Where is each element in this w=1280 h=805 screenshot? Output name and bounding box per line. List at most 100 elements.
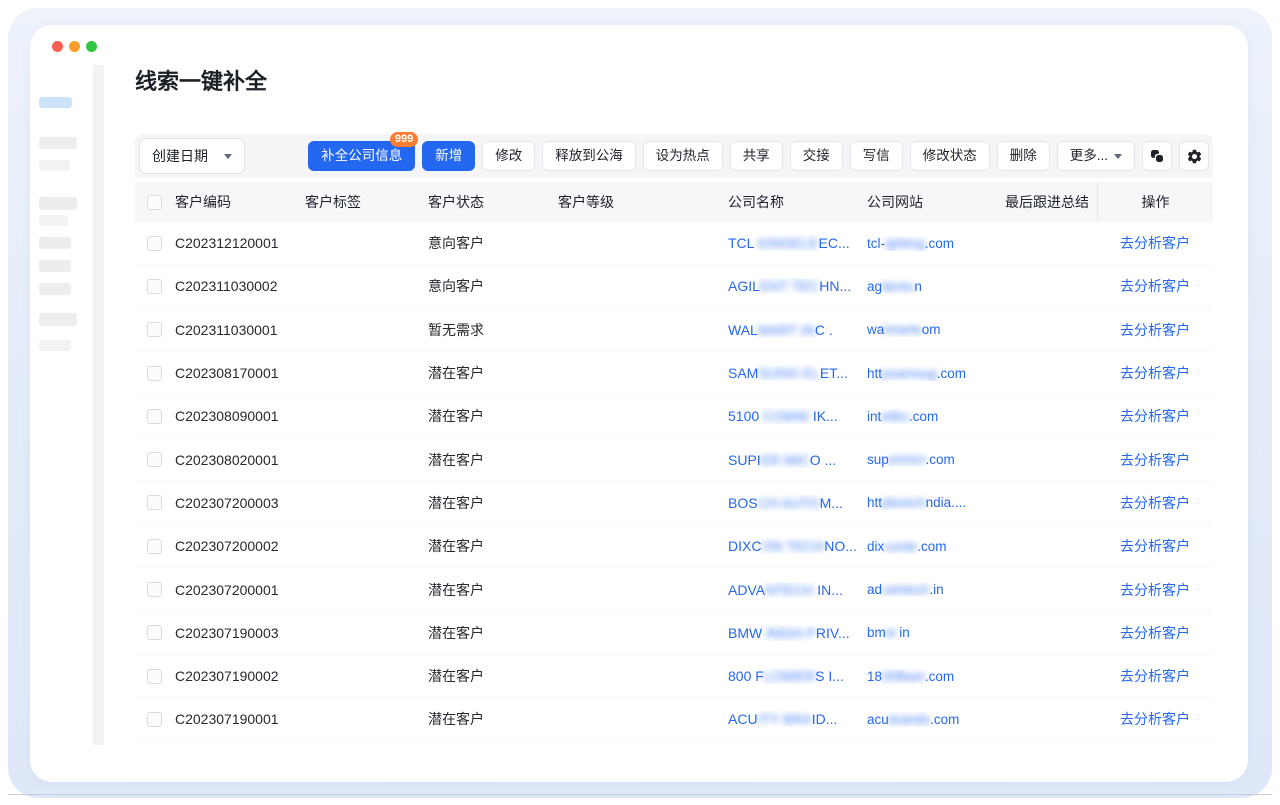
row-checkbox[interactable]	[147, 669, 162, 684]
company-name-link[interactable]: BOSCH AUTOM...	[728, 495, 867, 511]
redacted-blurred-segment: ITY BRA	[758, 711, 812, 727]
company-website-link[interactable]: advantech.in	[867, 582, 1005, 597]
sidebar-item-skeleton[interactable]	[39, 137, 77, 149]
sidebar-item-skeleton[interactable]	[39, 197, 77, 210]
company-website-link[interactable]: httpsamsug.com	[867, 366, 1005, 381]
set-hot-button[interactable]: 设为热点	[643, 141, 723, 171]
company-website-link[interactable]: inteliko.com	[867, 409, 1005, 424]
analyze-customer-link[interactable]: 去分析客户	[1120, 623, 1190, 643]
table-row: C202308090001潜在客户5100 COMW IK...inteliko…	[135, 395, 1213, 438]
row-checkbox[interactable]	[147, 409, 162, 424]
company-website-link[interactable]: httpboschndia....	[867, 495, 1005, 510]
company-name-link[interactable]: BMW INDIA PRIV...	[728, 625, 867, 641]
row-checkbox[interactable]	[147, 279, 162, 294]
customer-status-cell: 潜在客户	[428, 536, 558, 556]
analyze-customer-link[interactable]: 去分析客户	[1120, 320, 1190, 340]
button-label: 新增	[435, 149, 462, 163]
table-row: C202311030002意向客户AGILENT TECHN...agilent…	[135, 265, 1213, 308]
company-website-link[interactable]: walmarteom	[867, 322, 1005, 337]
add-new-button[interactable]: 新增	[422, 141, 475, 171]
select-all-checkbox-cell	[135, 195, 175, 210]
row-checkbox[interactable]	[147, 452, 162, 467]
sidebar-item-skeleton[interactable]	[39, 340, 71, 351]
settings-button[interactable]	[1179, 141, 1209, 171]
create-date-filter-dropdown[interactable]: 创建日期	[139, 138, 245, 174]
redacted-text-suffix: HN...	[819, 278, 851, 294]
redacted-text-suffix: EC...	[819, 235, 850, 251]
company-name-link[interactable]: 800 FLOWERS I...	[728, 668, 867, 684]
row-checkbox[interactable]	[147, 539, 162, 554]
redacted-text-suffix: O ...	[810, 452, 836, 468]
edit-button[interactable]: 修改	[482, 141, 535, 171]
row-checkbox[interactable]	[147, 625, 162, 640]
sidebar-item-skeleton[interactable]	[39, 283, 71, 295]
company-name-link[interactable]: ADVANTECH IN...	[728, 582, 867, 598]
redacted-blurred-segment: ermicr	[889, 452, 926, 467]
redacted-text-prefix: tcl-	[867, 236, 885, 251]
analyze-customer-link[interactable]: 去分析客户	[1120, 536, 1190, 556]
redacted-text-prefix: ACU	[728, 711, 758, 727]
customer-status-cell: 潜在客户	[428, 709, 558, 729]
complete-company-info-button[interactable]: 补全公司信息999	[308, 141, 415, 171]
analyze-customer-link[interactable]: 去分析客户	[1120, 363, 1190, 383]
analyze-customer-link[interactable]: 去分析客户	[1120, 276, 1190, 296]
customer-code-cell: C202308020001	[175, 452, 305, 468]
company-website-link[interactable]: supermicr.com	[867, 452, 1005, 467]
analyze-customer-link[interactable]: 去分析客户	[1120, 233, 1190, 253]
sidebar-item-skeleton[interactable]	[39, 260, 71, 272]
row-checkbox[interactable]	[147, 322, 162, 337]
company-website-link[interactable]: acubrands.com	[867, 712, 1005, 727]
analyze-customer-link[interactable]: 去分析客户	[1120, 580, 1190, 600]
company-website-link[interactable]: dixconte.com	[867, 539, 1005, 554]
analyze-customer-link[interactable]: 去分析客户	[1120, 709, 1190, 729]
select-all-checkbox[interactable]	[147, 195, 162, 210]
app-window: 线索一键补全 创建日期 补全公司信息999 新增 修改 释放到公海 设为热点共享交接写…	[30, 25, 1248, 782]
change-status-button[interactable]: 修改状态	[910, 141, 990, 171]
company-name-link[interactable]: WALMART INC .	[728, 322, 867, 338]
company-website-link[interactable]: bmw in	[867, 625, 1005, 640]
release-to-public-sea-button[interactable]: 释放到公海	[542, 141, 636, 171]
company-website-link[interactable]: tcl-ighting.com	[867, 236, 1005, 251]
company-website-link[interactable]: 1800flwer.com	[867, 669, 1005, 684]
company-name-link[interactable]: TCL KINGELEEC...	[728, 235, 867, 251]
company-name-link[interactable]: AGILENT TECHN...	[728, 278, 867, 294]
row-checkbox[interactable]	[147, 495, 162, 510]
notification-badge: 999	[390, 132, 418, 147]
row-checkbox-cell	[135, 322, 175, 337]
row-checkbox[interactable]	[147, 582, 162, 597]
analyze-customer-link[interactable]: 去分析客户	[1120, 406, 1190, 426]
sidebar-item-skeleton[interactable]	[39, 237, 71, 249]
company-website-link[interactable]: agilenton	[867, 279, 1005, 294]
company-name-link[interactable]: SAMSUNG ELET...	[728, 365, 867, 381]
sidebar-item-skeleton[interactable]	[39, 313, 77, 326]
row-checkbox[interactable]	[147, 236, 162, 251]
write-email-button[interactable]: 写信	[850, 141, 903, 171]
analyze-customer-link[interactable]: 去分析客户	[1120, 450, 1190, 470]
more-button[interactable]: 更多...	[1057, 141, 1135, 171]
sidebar-item-skeleton[interactable]	[39, 215, 68, 226]
switch-view-button[interactable]	[1142, 141, 1172, 171]
customer-code-cell: C202308170001	[175, 365, 305, 381]
company-name-link[interactable]: 5100 COMW IK...	[728, 408, 867, 424]
company-name-link[interactable]: SUPIER MICO ...	[728, 452, 867, 468]
analyze-customer-link[interactable]: 去分析客户	[1120, 493, 1190, 513]
company-name-link[interactable]: ACUITY BRAID...	[728, 711, 867, 727]
sidebar-item-skeleton[interactable]	[39, 160, 70, 171]
share-button[interactable]: 共享	[730, 141, 783, 171]
desktop-frame: 线索一键补全 创建日期 补全公司信息999 新增 修改 释放到公海 设为热点共享交接写…	[8, 8, 1272, 798]
page-title: 线索一键补全	[135, 69, 1213, 95]
company-name-link[interactable]: DIXCON TECHNO...	[728, 538, 867, 554]
sidebar-item-active[interactable]	[39, 97, 72, 108]
redacted-text-suffix: ID...	[812, 711, 838, 727]
row-checkbox[interactable]	[147, 712, 162, 727]
redacted-text-suffix: ET...	[820, 365, 848, 381]
redacted-blurred-segment: ENT TEC	[760, 278, 819, 294]
row-checkbox[interactable]	[147, 366, 162, 381]
handover-button[interactable]: 交接	[790, 141, 843, 171]
sidebar-skeleton	[30, 25, 125, 782]
delete-button[interactable]: 删除	[997, 141, 1050, 171]
analyze-customer-link[interactable]: 去分析客户	[1120, 666, 1190, 686]
table-row: C202307200003潜在客户BOSCH AUTOM...httpbosch…	[135, 482, 1213, 525]
button-label: 释放到公海	[555, 149, 623, 163]
redacted-text-prefix: ag	[867, 279, 882, 294]
